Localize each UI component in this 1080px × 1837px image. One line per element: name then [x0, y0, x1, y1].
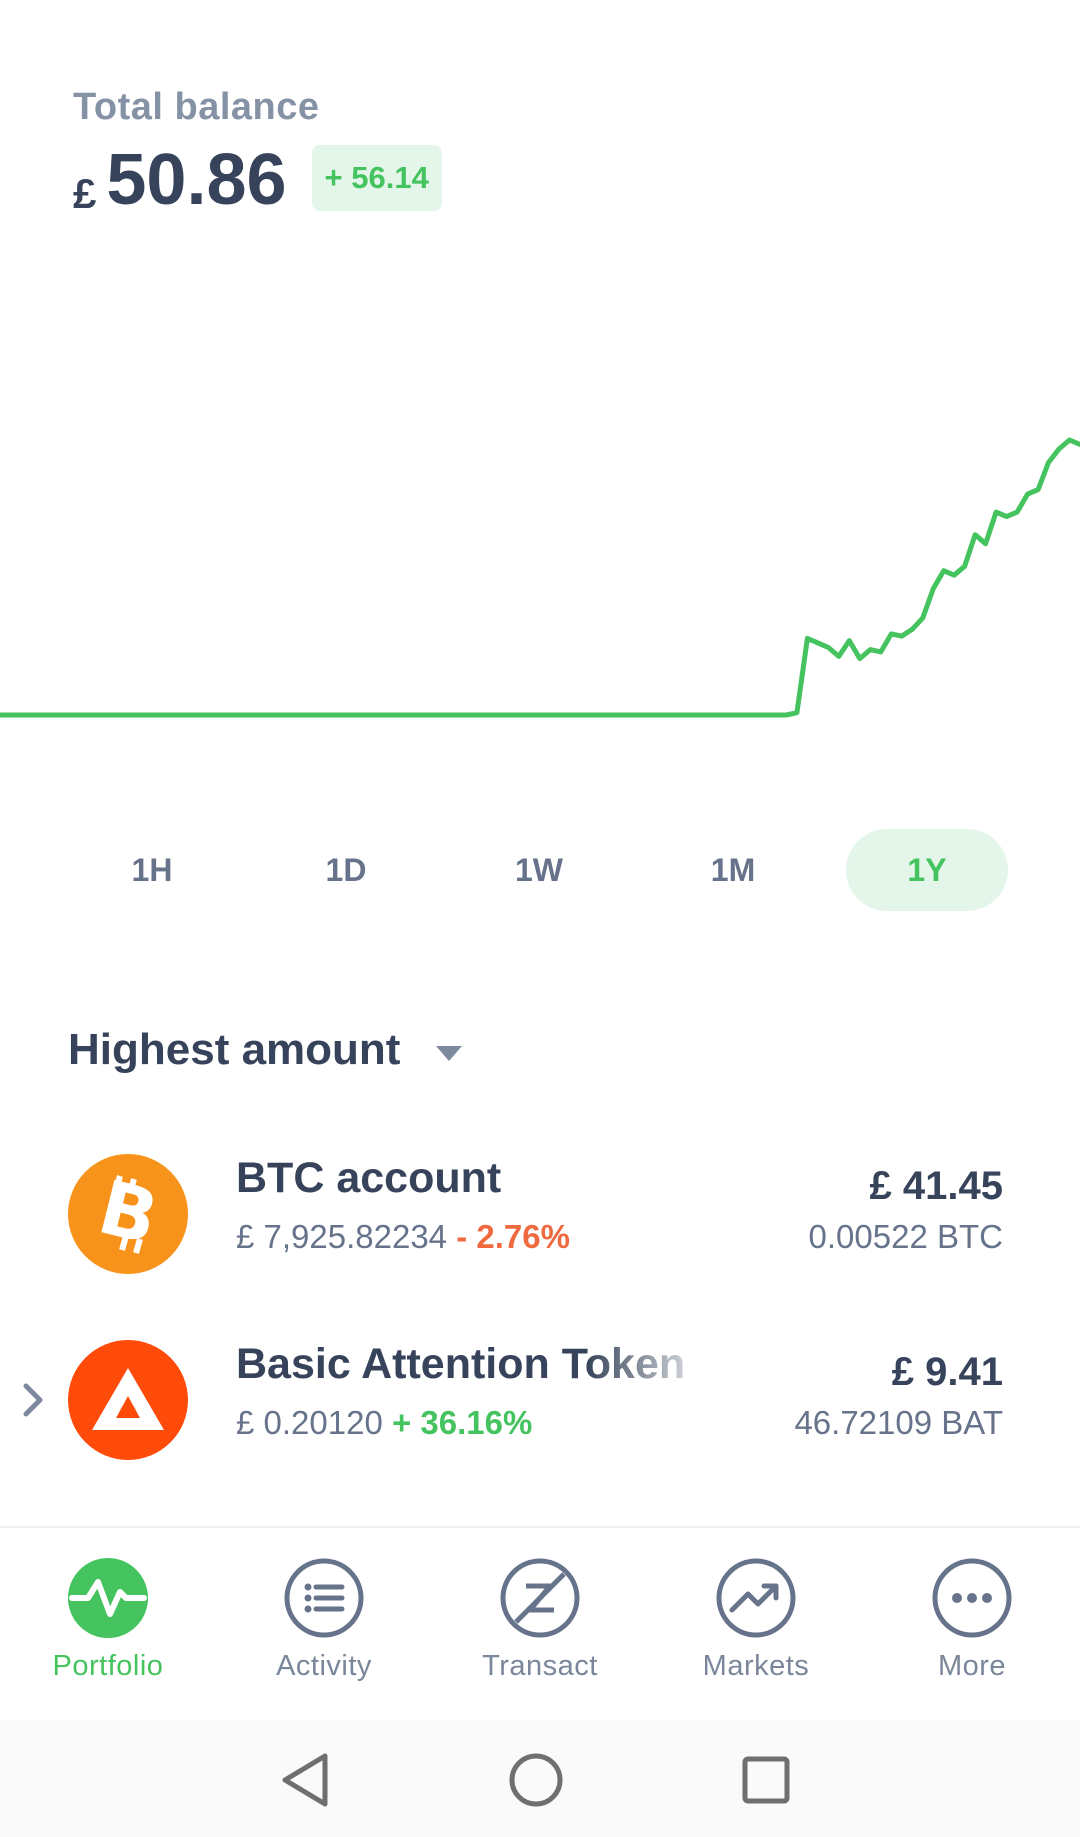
range-1m[interactable]: 1M — [652, 829, 814, 911]
home-icon[interactable] — [506, 1750, 566, 1810]
balance-line-series — [0, 437, 1080, 718]
nav-label: Activity — [276, 1650, 372, 1682]
currency-symbol: £ — [73, 170, 97, 217]
nav-transact[interactable]: Transact — [432, 1528, 648, 1722]
recents-icon[interactable] — [736, 1750, 796, 1810]
asset-price: £ 0.20120 + 36.16% — [236, 1404, 532, 1442]
nav-activity[interactable]: Activity — [216, 1528, 432, 1722]
trend-icon — [716, 1558, 796, 1638]
balance-change-badge: + 56.14 — [311, 145, 442, 211]
asset-change: + 36.16% — [391, 1404, 533, 1441]
range-1y[interactable]: 1Y — [846, 829, 1008, 911]
time-range-selector: 1H 1D 1W 1M 1Y — [0, 829, 1080, 911]
caret-down-icon — [436, 1045, 463, 1061]
nav-label: Markets — [702, 1650, 810, 1682]
chevron-right-icon[interactable] — [20, 1380, 48, 1420]
sort-dropdown[interactable]: Highest amount — [68, 1025, 463, 1075]
system-navigation-bar — [0, 1720, 1080, 1837]
bottom-navigation: Portfolio Activity Transact Markets More — [0, 1526, 1080, 1720]
total-balance-value: 50.86 — [106, 140, 287, 220]
asset-name: Basic Attention Token — [236, 1340, 686, 1388]
asset-unit-price: £ 7,925.82234 — [236, 1218, 448, 1255]
asset-row-bat[interactable]: Basic Attention Token £ 0.20120 + 36.16%… — [0, 1340, 1080, 1470]
transact-icon — [500, 1558, 580, 1638]
asset-row-btc[interactable]: B BTC account £ 7,925.82234 - 2.76% £ 41… — [0, 1154, 1080, 1284]
asset-name: BTC account — [236, 1154, 502, 1202]
bat-icon — [68, 1340, 188, 1460]
range-1h[interactable]: 1H — [71, 829, 233, 911]
svg-text:B: B — [90, 1164, 166, 1261]
range-1w[interactable]: 1W — [458, 829, 620, 911]
range-1d[interactable]: 1D — [265, 829, 427, 911]
asset-change: - 2.76% — [456, 1218, 570, 1255]
asset-fiat-value: £ 9.41 — [891, 1350, 1003, 1394]
nav-more[interactable]: More — [864, 1528, 1080, 1722]
asset-price: £ 7,925.82234 - 2.76% — [236, 1218, 570, 1256]
nav-markets[interactable]: Markets — [648, 1528, 864, 1722]
nav-portfolio[interactable]: Portfolio — [0, 1528, 216, 1722]
asset-fiat-value: £ 41.45 — [869, 1164, 1003, 1208]
nav-label: Portfolio — [52, 1650, 164, 1682]
sort-label: Highest amount — [68, 1025, 401, 1074]
asset-crypto-amount: 0.00522 BTC — [808, 1218, 1003, 1255]
bitcoin-icon: B — [68, 1154, 188, 1274]
back-icon[interactable] — [275, 1750, 335, 1810]
asset-crypto-amount: 46.72109 BAT — [794, 1404, 1003, 1441]
balance-row: £ 50.86 + 56.14 — [73, 140, 442, 220]
pulse-icon — [68, 1558, 148, 1638]
balance-chart[interactable] — [0, 400, 1080, 740]
balance-label: Total balance — [73, 86, 320, 128]
nav-label: Transact — [482, 1650, 598, 1682]
nav-label: More — [937, 1650, 1007, 1682]
more-icon — [932, 1558, 1012, 1638]
list-icon — [284, 1558, 364, 1638]
asset-unit-price: £ 0.20120 — [236, 1404, 383, 1441]
